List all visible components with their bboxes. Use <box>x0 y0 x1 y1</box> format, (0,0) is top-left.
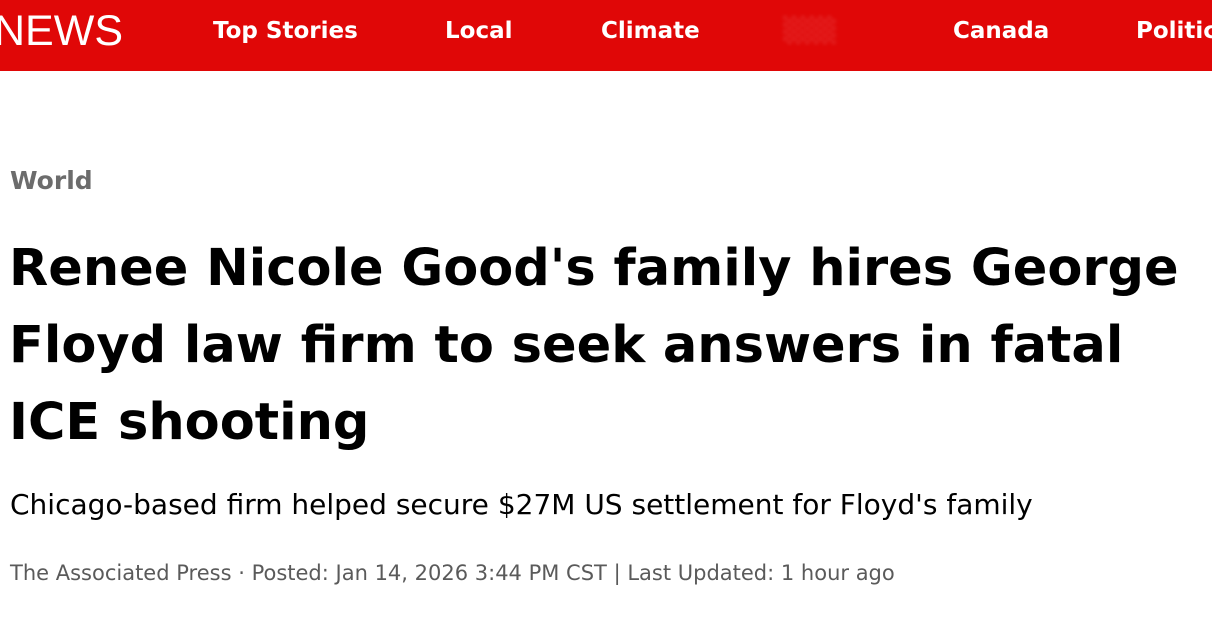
article-byline: The Associated Press · Posted: Jan 14, 2… <box>10 559 895 587</box>
byline-posted-date: Posted: Jan 14, 2026 3:44 PM CST <box>251 561 607 585</box>
nav-item-obscured[interactable]: ░░░ <box>784 17 837 45</box>
nav-local[interactable]: Local <box>445 17 513 45</box>
nav-canada[interactable]: Canada <box>953 17 1049 45</box>
nav-climate[interactable]: Climate <box>601 17 700 45</box>
nav-top-stories[interactable]: Top Stories <box>213 17 358 45</box>
nav-politics[interactable]: Politics <box>1136 17 1212 45</box>
byline-separator: · <box>238 561 245 585</box>
byline-author: The Associated Press <box>10 561 232 585</box>
article-subheadline: Chicago-based firm helped secure $27M US… <box>10 488 1033 521</box>
article-headline: Renee Nicole Good's family hires George … <box>9 239 1179 452</box>
news-logo[interactable]: NEWS <box>0 9 123 53</box>
byline-divider: | <box>613 561 621 585</box>
byline-last-updated: Last Updated: 1 hour ago <box>627 561 895 585</box>
section-label-world[interactable]: World <box>10 165 93 197</box>
top-navigation-bar: NEWS Top Stories Local Climate ░░░ Canad… <box>0 0 1212 71</box>
